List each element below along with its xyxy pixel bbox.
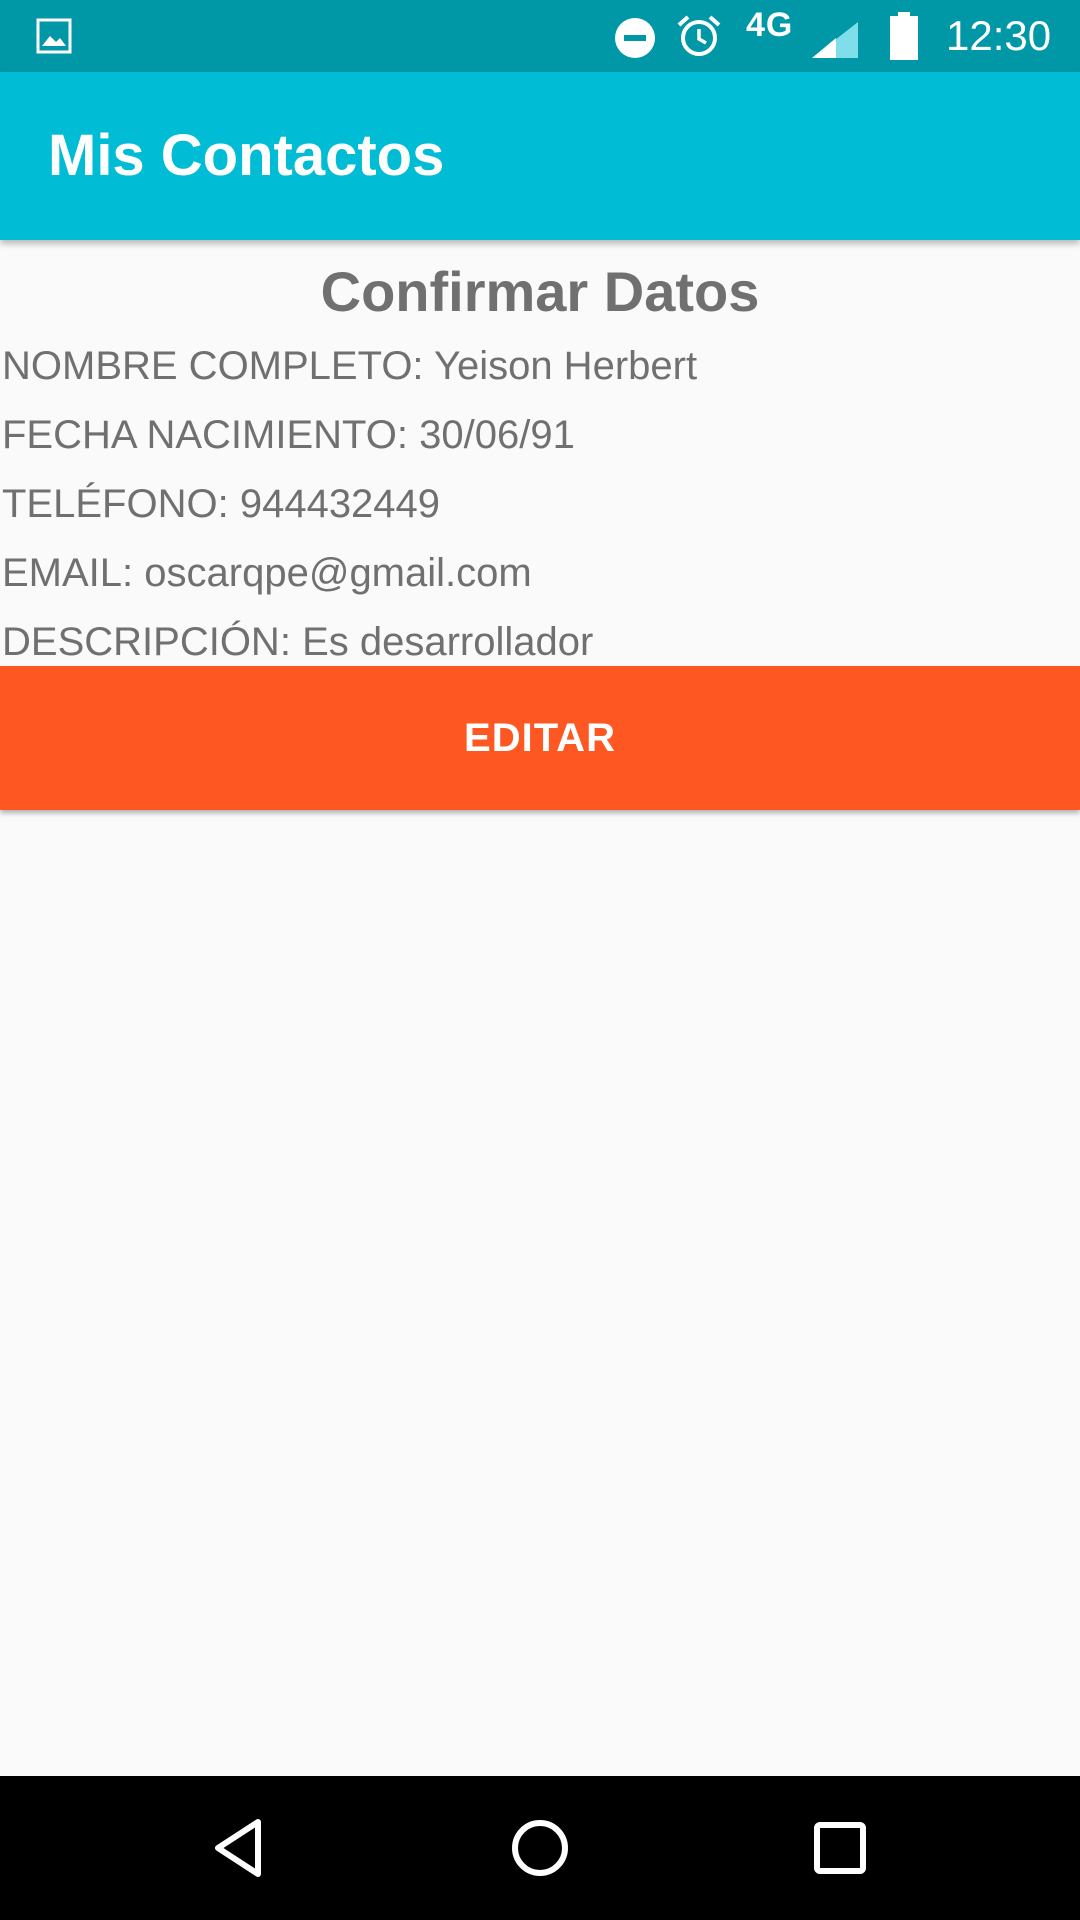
status-clock: 12:30 — [946, 12, 1052, 59]
signal-icon — [812, 22, 858, 58]
page-title: Confirmar Datos — [320, 260, 760, 323]
field-value: Es desarrollador — [302, 620, 594, 664]
edit-button[interactable]: EDITAR — [0, 666, 1080, 810]
field-phone: TELÉFONO: 944432449 — [0, 470, 1080, 539]
app-title: Mis Contactos — [48, 123, 445, 188]
field-value: 944432449 — [239, 482, 441, 526]
recents-icon[interactable] — [808, 1816, 872, 1880]
home-icon[interactable] — [508, 1816, 572, 1880]
field-value: Yeison Herbert — [433, 344, 698, 388]
do-not-disturb-icon — [615, 18, 655, 58]
alarm-icon — [677, 15, 721, 56]
field-value: oscarqpe@gmail.com — [144, 551, 532, 595]
field-full-name: NOMBRE COMPLETO: Yeison Herbert — [0, 332, 1080, 401]
gallery-icon — [36, 18, 72, 54]
field-label: EMAIL: — [2, 551, 134, 595]
navigation-bar — [0, 1776, 1080, 1920]
field-birth-date: FECHA NACIMIENTO: 30/06/91 — [0, 401, 1080, 470]
field-email: EMAIL: oscarqpe@gmail.com — [0, 539, 1080, 608]
battery-icon — [890, 12, 918, 60]
field-label: NOMBRE COMPLETO: — [2, 344, 424, 388]
confirm-details-panel: Confirmar Datos NOMBRE COMPLETO: Yeison … — [0, 240, 1080, 677]
field-label: DESCRIPCIÓN: — [2, 620, 291, 664]
field-label: TELÉFONO: — [2, 482, 229, 526]
field-value: 30/06/91 — [419, 413, 575, 457]
status-bar: 4G 12:30 — [0, 0, 1080, 72]
network-type-label: 4G — [746, 6, 794, 44]
app-bar: Mis Contactos — [0, 72, 1080, 240]
field-label: FECHA NACIMIENTO: — [2, 413, 408, 457]
back-icon[interactable] — [208, 1816, 272, 1880]
